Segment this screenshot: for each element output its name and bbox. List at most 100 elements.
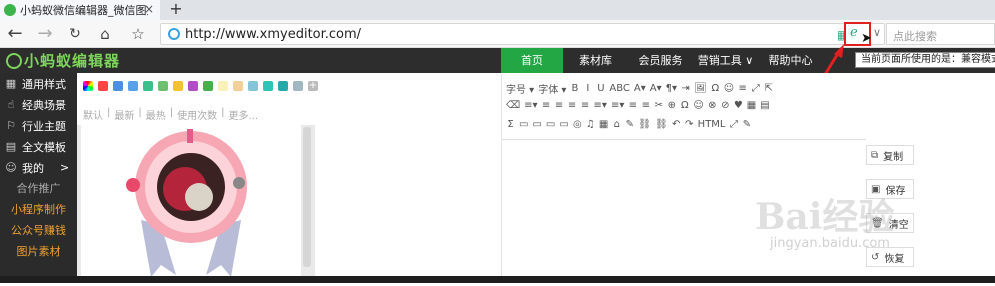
template-card[interactable] xyxy=(81,125,301,283)
editor[interactable]: 字号 ▾ 字体 ▾ B I U ABC A▾ A▾ ¶▾ ⇥ 🖼 Ω ☺ ≡ ⤢ ⇱ ⌫ ≡▾ ≡ ≡ ≡ ≡ ≡▾ ≡▾ ≡… xyxy=(501,73,866,283)
site-logo[interactable]: 小蚂蚁编辑器 xyxy=(6,50,120,71)
toolbar-button[interactable]: Ω xyxy=(711,83,720,94)
nav-materials[interactable]: 素材库 xyxy=(563,48,628,73)
sidebar-cooperation[interactable]: 合作推广 xyxy=(0,178,77,199)
toolbar-button[interactable]: ☺ xyxy=(724,83,734,94)
toolbar-button[interactable]: ⌫ xyxy=(506,100,520,111)
browser-tab[interactable]: 小蚂蚁微信编辑器_微信图文编辑 × xyxy=(0,0,160,20)
sidebar-image-materials[interactable]: 图片素材 xyxy=(0,241,77,262)
toolbar-button[interactable]: ⤢ xyxy=(730,119,739,130)
filter-link[interactable]: 使用次数 xyxy=(177,107,217,122)
color-swatch[interactable] xyxy=(158,81,168,91)
toolbar-button[interactable]: ⛓ xyxy=(638,119,651,130)
color-picker-icon[interactable] xyxy=(83,81,93,91)
toolbar-button[interactable]: ⛓ xyxy=(655,119,668,130)
filter-link[interactable]: 更多... xyxy=(229,107,259,122)
toolbar-button[interactable]: A▾ xyxy=(634,83,646,94)
toolbar-button[interactable]: ♥ xyxy=(734,100,743,111)
color-swatch[interactable] xyxy=(98,81,108,91)
toolbar-button[interactable]: ▭ xyxy=(559,119,568,130)
toolbar-button[interactable]: ☺ xyxy=(693,100,703,111)
color-swatch[interactable] xyxy=(263,81,273,91)
toolbar-button[interactable]: ⊕ xyxy=(667,100,676,111)
color-swatch[interactable] xyxy=(143,81,153,91)
forward-arrow-icon[interactable]: → xyxy=(34,23,56,45)
chevron-down-icon[interactable]: ∨ xyxy=(873,26,881,39)
toolbar-button[interactable]: ✂ xyxy=(654,100,663,111)
color-swatch[interactable] xyxy=(293,81,303,91)
toolbar-button[interactable]: ▦ xyxy=(747,100,756,111)
filter-link[interactable]: 最新 xyxy=(114,107,134,122)
close-tab-icon[interactable]: × xyxy=(144,2,154,16)
toolbar-button[interactable]: ↶ xyxy=(672,119,681,130)
toolbar-button[interactable]: ⇥ xyxy=(681,83,690,94)
toolbar-button[interactable]: B xyxy=(570,83,579,94)
toolbar-button[interactable]: ≡ xyxy=(641,100,650,111)
back-arrow-icon[interactable]: ← xyxy=(4,23,26,45)
sidebar-item-classic-scenes[interactable]: ☝ 经典场景 xyxy=(0,94,77,115)
color-swatch[interactable] xyxy=(173,81,183,91)
color-swatch[interactable] xyxy=(233,81,243,91)
toolbar-button[interactable]: 🖼 xyxy=(694,83,707,94)
toolbar-button[interactable]: U xyxy=(596,83,605,94)
color-swatch[interactable] xyxy=(113,81,123,91)
toolbar-button[interactable]: ≡ xyxy=(568,100,577,111)
toolbar-button[interactable]: ▭ xyxy=(519,119,528,130)
add-color-icon[interactable]: + xyxy=(308,81,318,91)
toolbar-button[interactable]: ≡ xyxy=(581,100,590,111)
sidebar-mini-program[interactable]: 小程序制作 xyxy=(0,199,77,220)
toolbar-button[interactable]: ¶▾ xyxy=(666,83,677,94)
filter-link[interactable]: 最热 xyxy=(146,107,166,122)
toolbar-button[interactable]: ≡▾ xyxy=(594,100,607,111)
toolbar-button[interactable]: ⌂ xyxy=(612,119,621,130)
toolbar-button[interactable]: I xyxy=(583,83,592,94)
toolbar-button[interactable]: ✎ xyxy=(743,119,752,130)
toolbar-button[interactable]: ◎ xyxy=(573,119,582,130)
color-swatch[interactable] xyxy=(128,81,138,91)
toolbar-button[interactable]: ♫ xyxy=(586,119,595,130)
toolbar-button[interactable]: ≡▾ xyxy=(524,100,537,111)
sidebar-item-mine[interactable]: ☺ 我的 > xyxy=(0,157,77,178)
toolbar-button[interactable]: ABC xyxy=(609,83,630,94)
toolbar-button[interactable]: ⊘ xyxy=(721,100,730,111)
color-swatch[interactable] xyxy=(218,81,228,91)
toolbar-button[interactable]: ≡▾ xyxy=(611,100,624,111)
nav-marketing-tools[interactable]: 营销工具 ∨ xyxy=(693,48,758,73)
filter-link[interactable]: 默认 xyxy=(83,107,103,122)
nav-home[interactable]: 首页 xyxy=(501,48,563,73)
color-swatch[interactable] xyxy=(203,81,213,91)
toolbar-button[interactable]: ≡ xyxy=(628,100,637,111)
toolbar-button[interactable]: ⇱ xyxy=(764,83,773,94)
new-tab-button[interactable]: + xyxy=(166,0,186,20)
toolbar-button[interactable]: ≡ xyxy=(542,100,551,111)
sidebar-item-industry-themes[interactable]: ⚐ 行业主题 xyxy=(0,115,77,136)
toolbar-button[interactable]: ⤢ xyxy=(751,83,760,94)
color-swatch[interactable] xyxy=(188,81,198,91)
toolbar-button[interactable]: A▾ xyxy=(650,83,662,94)
toolbar-button[interactable]: ▭ xyxy=(546,119,555,130)
home-icon[interactable]: ⌂ xyxy=(94,23,116,45)
toolbar-button[interactable]: 字体 ▾ xyxy=(538,81,566,96)
toolbar-button[interactable]: ≡ xyxy=(555,100,564,111)
toolbar-button[interactable]: ⊗ xyxy=(708,100,717,111)
toolbar-button[interactable]: Σ xyxy=(506,119,515,130)
color-swatch[interactable] xyxy=(278,81,288,91)
toolbar-button[interactable]: ▦ xyxy=(599,119,608,130)
toolbar-button[interactable]: ▤ xyxy=(760,100,769,111)
search-input[interactable]: 点此搜索 xyxy=(886,23,995,45)
favorite-star-icon[interactable]: ☆ xyxy=(127,23,149,45)
sidebar-item-full-templates[interactable]: ▤ 全文模板 xyxy=(0,136,77,157)
copy-button[interactable]: ⧉ 复制 xyxy=(866,145,914,165)
sidebar-earn-money[interactable]: 公众号赚钱 xyxy=(0,220,77,241)
toolbar-button[interactable]: ✎ xyxy=(625,119,634,130)
toolbar-button[interactable]: HTML xyxy=(698,119,726,130)
toolbar-button[interactable]: ↷ xyxy=(685,119,694,130)
url-text[interactable]: http://www.xmyeditor.com/ xyxy=(185,27,361,42)
sidebar-item-general-styles[interactable]: ▦ 通用样式 xyxy=(0,73,77,94)
toolbar-button[interactable]: 字号 ▾ xyxy=(506,81,534,96)
refresh-icon[interactable]: ↻ xyxy=(64,23,86,45)
color-swatch[interactable] xyxy=(248,81,258,91)
toolbar-button[interactable]: ▭ xyxy=(532,119,541,130)
toolbar-button[interactable]: ≡ xyxy=(738,83,747,94)
toolbar-button[interactable]: Ω xyxy=(680,100,689,111)
